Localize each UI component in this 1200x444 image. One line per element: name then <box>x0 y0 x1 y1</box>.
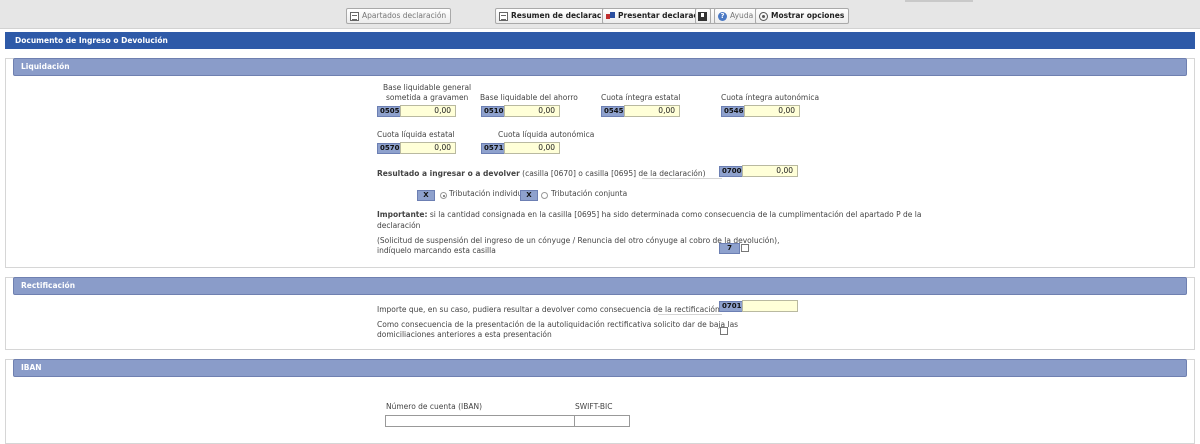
base-general-input[interactable]: 0,00 <box>400 105 456 117</box>
resultado-label-rest: (casilla [0670] o casilla [0695] de la d… <box>519 169 706 178</box>
base-general-label-2: sometida a gravamen <box>386 93 469 102</box>
ayuda-button[interactable]: ? Ayuda <box>714 8 759 24</box>
base-general-label-1: Base liquidable general <box>383 83 472 92</box>
cuota-integra-autonomica-label: Cuota íntegra autonómica <box>721 93 820 102</box>
flag-icon <box>698 11 707 21</box>
box-code-7: 7 <box>719 243 740 254</box>
document-title: Documento de Ingreso o Devolución <box>5 32 1195 49</box>
options-icon <box>759 11 768 21</box>
baja-domiciliaciones-text-2: domiciliaciones anteriores a esta presen… <box>377 330 552 339</box>
cuota-liquida-autonomica-input[interactable]: 0,00 <box>504 142 560 154</box>
box-code-0570: 0570 <box>377 143 403 154</box>
box-code-0545: 0545 <box>601 106 627 117</box>
cuota-integra-estatal-input[interactable]: 0,00 <box>624 105 680 117</box>
iban-title: IBAN <box>13 359 1187 377</box>
liquidacion-panel: Liquidación Base liquidable general some… <box>5 58 1195 268</box>
cuota-liquida-autonomica-label: Cuota líquida autonómica <box>498 130 595 139</box>
solicitud-checkbox[interactable] <box>741 244 749 252</box>
swift-bic-label: SWIFT-BIC <box>575 402 613 411</box>
box-code-0546: 0546 <box>721 106 747 117</box>
box-code-0571: 0571 <box>481 143 507 154</box>
toolbar: Apartados declaración Resumen de declara… <box>0 0 1200 29</box>
solicitud-text-2: indíquelo marcando esta casilla <box>377 246 496 255</box>
cuota-liquida-estatal-label: Cuota líquida estatal <box>377 130 455 139</box>
baja-domiciliaciones-text-1: Como consecuencia de la presentación de … <box>377 320 739 329</box>
resultado-input[interactable]: 0,00 <box>742 165 798 177</box>
box-code-0510: 0510 <box>481 106 507 117</box>
baja-domiciliaciones-checkbox[interactable] <box>720 327 728 335</box>
base-ahorro-label: Base liquidable del ahorro <box>480 93 578 102</box>
cuota-liquida-estatal-input[interactable]: 0,00 <box>400 142 456 154</box>
iban-input[interactable] <box>385 415 575 427</box>
tributacion-conjunta-radio[interactable] <box>541 192 548 199</box>
iban-panel: IBAN Número de cuenta (IBAN) SWIFT-BIC <box>5 359 1195 444</box>
rectificacion-panel: Rectificación Importe que, en su caso, p… <box>5 277 1195 350</box>
list-icon <box>350 11 359 21</box>
tributacion-conjunta-label: Tributación conjunta <box>551 189 628 198</box>
swift-bic-input[interactable] <box>574 415 630 427</box>
tributacion-individual-label: Tributación individual <box>449 189 530 198</box>
list-icon <box>499 11 508 21</box>
help-icon: ? <box>718 11 727 21</box>
language-button[interactable] <box>695 8 711 24</box>
importe-rectificacion-input[interactable] <box>742 300 798 312</box>
importante-rest: si la cantidad consignada en la casilla … <box>427 210 922 219</box>
base-ahorro-input[interactable]: 0,00 <box>504 105 560 117</box>
mostrar-opciones-button[interactable]: Mostrar opciones <box>755 8 850 24</box>
cuota-integra-estatal-label: Cuota íntegra estatal <box>601 93 681 102</box>
importe-dotted-line <box>658 314 722 315</box>
liquidacion-title: Liquidación <box>13 58 1187 76</box>
importante-text: Importante: si la cantidad consignada en… <box>377 210 921 220</box>
box-code-0700: 0700 <box>719 166 745 177</box>
box-code-0701: 0701 <box>719 301 745 312</box>
importante-bold: Importante: <box>377 210 428 219</box>
box-code-0505: 0505 <box>377 106 403 117</box>
tributacion-individual-x-box: X <box>417 190 435 201</box>
scroll-indicator <box>905 0 973 2</box>
resultado-label-bold: Resultado a ingresar o a devolver <box>377 169 520 178</box>
rectificacion-title: Rectificación <box>13 277 1187 295</box>
cuota-integra-autonomica-input[interactable]: 0,00 <box>744 105 800 117</box>
resultado-dotted-line <box>642 178 722 179</box>
tributacion-individual-radio[interactable] <box>440 192 447 199</box>
tributacion-conjunta-x-box: X <box>520 190 538 201</box>
numero-cuenta-label: Número de cuenta (IBAN) <box>386 402 483 411</box>
importante-text-2: declaración <box>377 221 421 230</box>
apartados-declaracion-button[interactable]: Apartados declaración <box>346 8 452 24</box>
send-icon <box>606 11 615 21</box>
